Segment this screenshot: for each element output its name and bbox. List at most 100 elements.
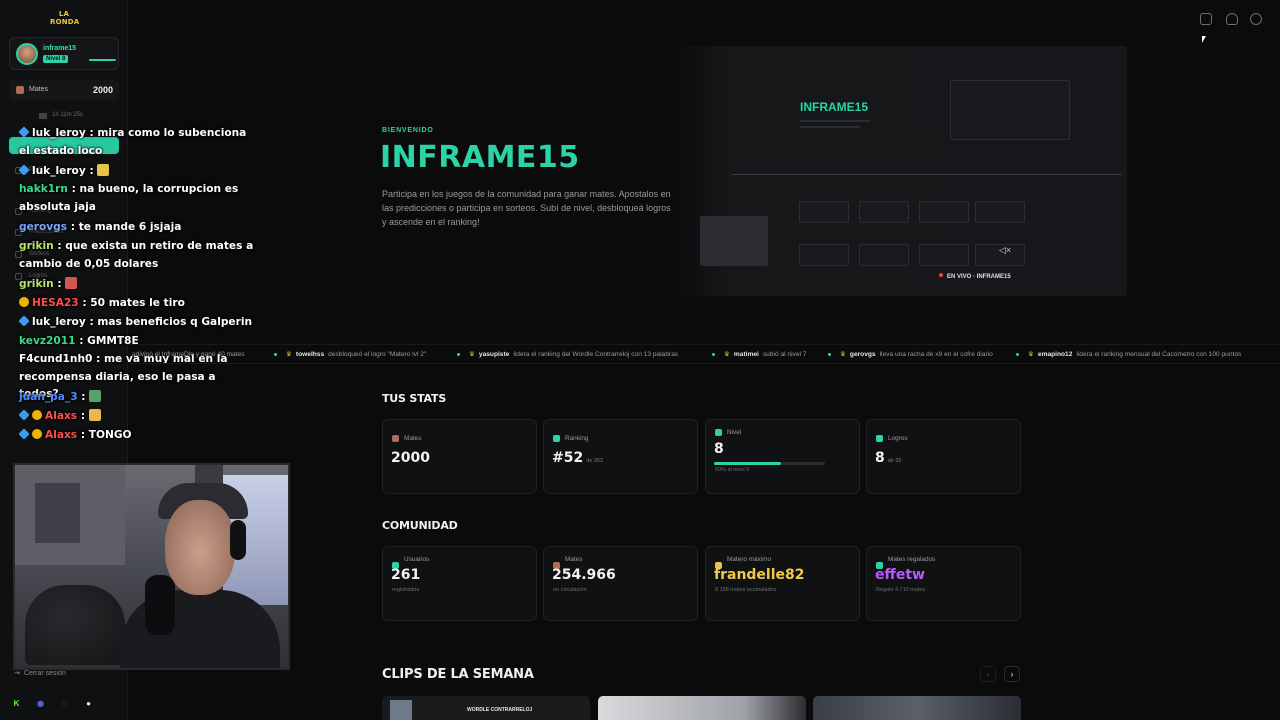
chat-message: gerovgs : te mande 6 jsjaja [19, 219, 254, 237]
card-subtext: Regaló 4.710 mates [876, 587, 926, 593]
info-icon[interactable] [1250, 13, 1262, 25]
card-value-text: 261 [391, 567, 421, 583]
card-subtext: registrados [392, 587, 420, 593]
bell-icon[interactable] [1226, 13, 1238, 25]
chat-message: grikin : [19, 276, 254, 294]
chat-message: HESA23 : 50 mates le tiro [19, 295, 254, 313]
card-value: #52 de 262 [552, 450, 603, 466]
app-logo[interactable]: LA RONDA [50, 10, 79, 26]
card-value-text: 8 [875, 450, 885, 466]
moderator-badge-icon [18, 126, 30, 138]
card-subtext: 8.158 mates acumulados [715, 587, 777, 593]
ticker-item: ♛ yasupiste lidera el ranking del Wordle C… [469, 345, 678, 363]
mouse-cursor [1202, 36, 1206, 43]
chat-text: : [85, 165, 98, 177]
card-label: Mates regalados [888, 556, 936, 563]
whatsapp-icon[interactable]: ◌ [58, 697, 71, 710]
card-value: 8 [714, 441, 724, 457]
stats-card: Logros 8 de 35 [866, 419, 1021, 494]
ticker-user: emapino12 [1037, 351, 1073, 358]
live-dot-icon [939, 273, 943, 277]
trophy-icon: ♛ [469, 351, 475, 358]
live-stream-preview[interactable]: INFRAME15 [672, 46, 1127, 296]
ticker-text: desbloqueó el logro "Matero lvl 2" [328, 351, 427, 358]
community-card: Mates 254.966 en circulación [543, 546, 698, 621]
level-progress-bar [89, 59, 116, 61]
chat-username: kevz2011 [19, 335, 76, 347]
card-value-text: #52 [552, 450, 584, 466]
ticker-text: subió al nivel 7 [762, 351, 807, 358]
stats-card: Ranking #52 de 262 [543, 419, 698, 494]
chat-message: juan_pa_3 : [19, 389, 254, 407]
card-label: Mates [404, 435, 422, 442]
card-value-text: 8 [714, 441, 724, 457]
card-value-text: effetw [875, 567, 925, 583]
ticker-separator [1016, 353, 1019, 356]
chat-username: hakk1rn [19, 183, 68, 195]
chat-message: luk_leroy : [18, 163, 254, 181]
community-title: COMUNIDAD [382, 519, 458, 532]
moderator-badge-icon [18, 409, 30, 421]
clips-title: CLIPS DE LA SEMANA [382, 667, 534, 682]
stat-icon [715, 429, 722, 436]
trophy-icon: ♛ [286, 351, 292, 358]
card-suffix: de 35 [887, 458, 902, 464]
chat-username: grikin [19, 240, 54, 252]
clips-prev-button[interactable]: ‹ [980, 666, 996, 682]
chat-username: Alaxs [45, 410, 78, 422]
stats-title: TUS STATS [382, 392, 447, 405]
document-icon[interactable] [1200, 13, 1212, 25]
ticker-separator [712, 353, 715, 356]
community-card: Mates regalados effetw Regaló 4.710 mates [866, 546, 1021, 621]
ticker-user: towelhss [295, 351, 325, 358]
mute-icon[interactable]: ◁× [999, 245, 1011, 256]
user-card[interactable]: inframe15 Nivel 8 [9, 37, 119, 70]
emote-icon [97, 164, 110, 176]
clip-card[interactable] [598, 696, 806, 720]
hero-description: Participa en los juegos de la comunidad … [382, 189, 671, 227]
card-label: Logros [888, 435, 908, 442]
avatar [16, 43, 38, 65]
card-value-text: 254.966 [552, 567, 616, 583]
trophy-icon: ♛ [840, 351, 846, 358]
discord-icon[interactable]: ◉ [34, 697, 47, 710]
card-suffix: de 262 [586, 458, 604, 464]
chat-username: Alaxs [45, 429, 78, 441]
ticker-separator [457, 353, 460, 356]
card-subtext: en circulación [553, 587, 587, 593]
clip-card[interactable] [813, 696, 1021, 720]
chat-username: luk_leroy [32, 127, 86, 139]
ticker-text: lleva una racha de x9 en el cofre diario [879, 351, 993, 358]
chat-username: grikin [19, 278, 54, 290]
mates-label: Mates [29, 86, 49, 93]
chat-text: : te mande 6 jsjaja [67, 221, 182, 233]
card-subtext: 60% al nivel 9 [715, 467, 750, 473]
ticker-user: gerovgs [849, 351, 876, 358]
logout-button[interactable]: ⇥ Cerrar sesión [14, 669, 66, 677]
emote-icon [88, 409, 101, 421]
page-title: INFRAME15 [380, 140, 580, 175]
chat-text: : [77, 410, 89, 422]
theme-icon[interactable]: ● [82, 697, 95, 710]
activity-ticker: adivinó el InframeDle y ganó 40 mates ♛ to… [128, 344, 1280, 364]
preview-title: INFRAME15 [800, 100, 869, 114]
chat-text: : [53, 278, 66, 290]
stat-icon [392, 435, 399, 442]
card-label: Usuarios [404, 556, 430, 563]
card-value: frandelle82 [714, 567, 805, 583]
daily-timer: 1h 11m 25s [52, 112, 83, 118]
level-progress [714, 462, 825, 465]
moderator-badge-icon [18, 315, 30, 327]
card-value-text: frandelle82 [714, 567, 805, 583]
chat-username: F4cund1nh0 [19, 353, 93, 365]
chat-message: luk_leroy : mira como lo subenciona el e… [18, 125, 254, 160]
moderator-badge-icon [18, 428, 30, 440]
chest-icon [39, 113, 47, 119]
clips-next-button[interactable]: › [1004, 666, 1020, 682]
live-label: EN VIVO · INFRAME15 [947, 274, 1011, 280]
chat-text: : TONGO [77, 429, 132, 441]
ticker-item: ♛ gerovgs lleva una racha de x9 en el cofr… [840, 345, 993, 363]
card-value: effetw [875, 567, 925, 583]
kick-icon[interactable]: K [10, 697, 23, 710]
clip-card[interactable]: WORDLE CONTRARRELOJ [382, 696, 590, 720]
